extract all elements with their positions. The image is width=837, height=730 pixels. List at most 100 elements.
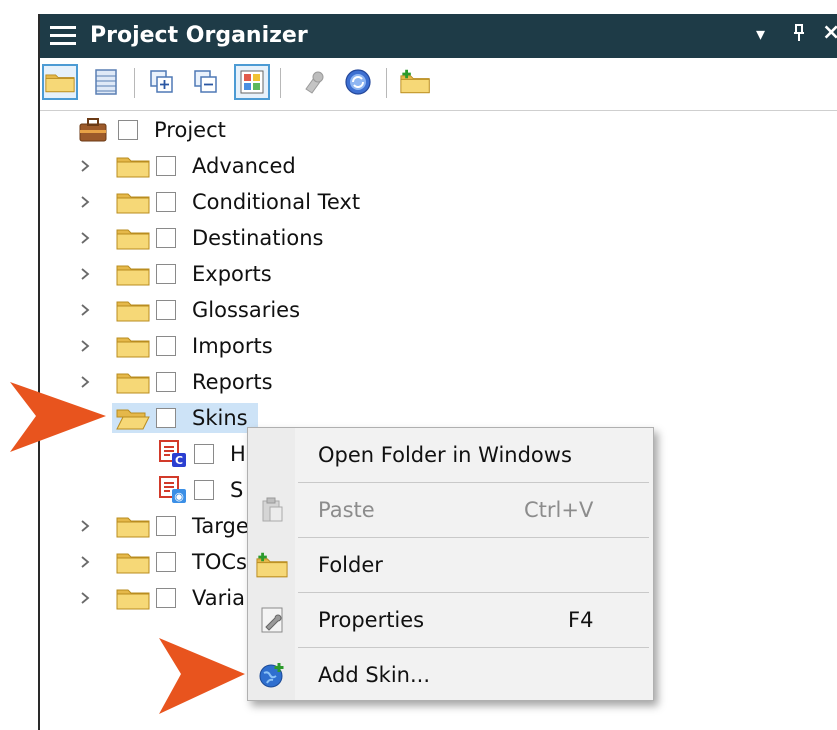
menu-item-label: Paste (318, 498, 375, 522)
folder-view-button[interactable] (42, 64, 78, 100)
tree-child-item[interactable]: ◉ S (158, 474, 243, 506)
settings-button[interactable] (296, 64, 332, 100)
folder-icon (116, 370, 150, 394)
menu-item-label: Add Skin... (318, 663, 430, 687)
tree-item-label: Varia (192, 586, 245, 610)
expand-all-button[interactable] (144, 64, 180, 100)
tree-item-label: Targe (192, 514, 249, 538)
tree-item-label: S (230, 478, 244, 502)
new-folder-icon (256, 552, 288, 578)
tree-child-item[interactable]: CH (158, 438, 246, 470)
chevron-right-icon[interactable] (78, 519, 92, 533)
context-menu: Open Folder in Windows Paste Ctrl+V Fold… (247, 427, 654, 701)
folder-icon (116, 550, 150, 574)
close-icon[interactable]: × (822, 20, 837, 45)
tree-item-label: Advanced (192, 154, 296, 178)
new-folder-button[interactable] (398, 64, 434, 100)
tree-item-label: Destinations (192, 226, 324, 250)
chevron-right-icon[interactable] (78, 267, 92, 281)
tree-folder-item[interactable]: TOCs (78, 546, 247, 578)
callout-arrow-icon (159, 638, 245, 714)
svg-text:C: C (175, 454, 183, 467)
folder-icon (116, 190, 150, 214)
gear-icon (305, 71, 324, 94)
menu-item-add-skin[interactable]: Add Skin... (248, 648, 653, 702)
menu-item-folder[interactable]: Folder (248, 538, 653, 592)
chevron-right-icon[interactable] (78, 231, 92, 245)
tree-folder-item[interactable]: Varia (78, 582, 245, 614)
menu-item-open-folder[interactable]: Open Folder in Windows (248, 428, 653, 482)
item-checkbox[interactable] (156, 372, 176, 392)
chevron-right-icon[interactable] (78, 303, 92, 317)
chevron-right-icon[interactable] (78, 195, 92, 209)
chevron-right-icon[interactable] (78, 555, 92, 569)
briefcase-icon (79, 118, 107, 142)
item-checkbox[interactable] (156, 264, 176, 284)
collapse-all-icon (194, 70, 217, 93)
folder-view-icon (45, 70, 75, 94)
root-label: Project (154, 118, 226, 142)
tree-root[interactable]: Project (78, 114, 226, 146)
chevron-right-icon[interactable] (78, 591, 92, 605)
tree-folder-item[interactable]: Conditional Text (78, 186, 360, 218)
folder-icon (116, 262, 150, 286)
tree-item-label: Imports (192, 334, 273, 358)
chevron-right-icon[interactable] (78, 339, 92, 353)
grid-view-button[interactable] (234, 64, 270, 100)
title-bar: Project Organizer ▾ × (40, 14, 837, 58)
item-checkbox[interactable] (156, 228, 176, 248)
menu-item-label: Folder (318, 553, 383, 577)
menu-icon[interactable] (50, 26, 76, 46)
tree-folder-item[interactable]: Glossaries (78, 294, 300, 326)
folder-icon (116, 298, 150, 322)
item-checkbox[interactable] (194, 480, 214, 500)
table-view-button[interactable] (88, 64, 124, 100)
menu-item-label: Properties (318, 608, 425, 632)
menu-item-label: Open Folder in Windows (318, 443, 572, 467)
callout-arrow-icon (10, 382, 106, 452)
item-checkbox[interactable] (156, 516, 176, 536)
skin-file-icon: ◉ (159, 476, 186, 503)
tree-item-label: Exports (192, 262, 272, 286)
item-checkbox[interactable] (156, 408, 176, 428)
tree-item-label: H (230, 442, 246, 466)
chevron-right-icon[interactable] (78, 159, 92, 173)
menu-item-shortcut: F4 (568, 608, 594, 632)
tree-folder-item[interactable]: Imports (78, 330, 273, 362)
menu-item-paste[interactable]: Paste Ctrl+V (248, 483, 653, 537)
folder-icon (116, 154, 150, 178)
add-skin-icon (259, 663, 284, 688)
sync-button[interactable] (340, 64, 376, 100)
tree-folder-item[interactable]: Targe (78, 510, 249, 542)
clipboard-icon (262, 497, 283, 522)
toolbar (40, 58, 837, 111)
item-checkbox[interactable] (156, 192, 176, 212)
skin-file-icon: C (159, 440, 186, 467)
menu-item-shortcut: Ctrl+V (524, 498, 594, 522)
grid-view-icon (240, 70, 264, 94)
properties-icon (261, 607, 283, 633)
item-checkbox[interactable] (156, 552, 176, 572)
tree-folder-item[interactable]: Advanced (78, 150, 296, 182)
item-checkbox[interactable] (156, 156, 176, 176)
item-checkbox[interactable] (156, 588, 176, 608)
tree-item-label: Reports (192, 370, 273, 394)
menu-item-properties[interactable]: Properties F4 (248, 593, 653, 647)
root-checkbox[interactable] (118, 120, 138, 140)
folder-open-icon (116, 406, 150, 430)
panel-title: Project Organizer (90, 23, 308, 48)
tree-folder-item[interactable]: Exports (78, 258, 272, 290)
folder-icon (116, 226, 150, 250)
item-checkbox[interactable] (156, 300, 176, 320)
new-folder-icon (400, 69, 430, 94)
sync-icon (345, 69, 371, 95)
tree-item-label: Glossaries (192, 298, 301, 322)
item-checkbox[interactable] (194, 444, 214, 464)
collapse-all-button[interactable] (188, 64, 224, 100)
dropdown-arrow-icon[interactable]: ▾ (756, 24, 765, 45)
item-checkbox[interactable] (156, 336, 176, 356)
expand-all-icon (150, 70, 173, 93)
tree-folder-item[interactable]: Destinations (78, 222, 323, 254)
pin-icon[interactable] (792, 23, 806, 48)
folder-icon (116, 334, 150, 358)
